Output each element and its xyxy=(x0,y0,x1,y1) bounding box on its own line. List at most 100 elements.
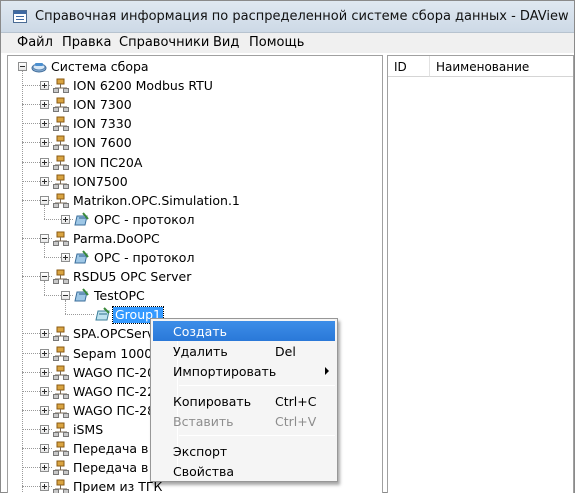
tree-node-label[interactable]: ION 6200 Modbus RTU xyxy=(71,78,215,94)
collapse-icon[interactable] xyxy=(61,291,70,301)
expand-icon[interactable] xyxy=(40,81,49,91)
context-menu-item: Вставить Ctrl+V xyxy=(153,411,335,431)
network-node-icon xyxy=(53,403,69,419)
collapse-icon[interactable] xyxy=(18,62,27,71)
network-node-icon xyxy=(53,116,69,132)
network-node-icon xyxy=(53,174,69,190)
context-menu-shortcut: Ctrl+V xyxy=(275,414,317,429)
tree-node-label[interactable]: iSMS xyxy=(71,422,105,438)
root-system-icon xyxy=(31,59,47,75)
context-menu-item-label: Экспорт xyxy=(173,444,228,459)
expand-icon[interactable] xyxy=(40,424,49,434)
network-node-icon xyxy=(53,441,69,457)
menu-view[interactable]: Вид xyxy=(211,35,241,50)
network-node-icon xyxy=(53,269,69,285)
tree-node-label[interactable]: TestOPC xyxy=(92,288,147,304)
tree-node-label[interactable]: ION 7600 xyxy=(71,135,134,151)
expand-icon[interactable] xyxy=(40,386,49,396)
tree-connector-line xyxy=(44,242,45,257)
column-header-name[interactable]: Наименование xyxy=(430,56,573,77)
group-icon xyxy=(95,307,111,323)
expand-icon[interactable] xyxy=(40,329,49,339)
tree-node-label[interactable]: Передача в i xyxy=(71,441,158,457)
tree-node-label[interactable]: Parma.DoOPC xyxy=(71,231,162,247)
context-menu-item[interactable]: Создать xyxy=(153,321,335,341)
tree-node-label[interactable]: ION 7330 xyxy=(71,116,134,132)
tree-node-label[interactable]: ION 7300 xyxy=(71,97,134,113)
protocol-icon xyxy=(74,288,90,304)
tree-node-label[interactable]: OPC - протокол xyxy=(92,250,196,266)
context-menu: Создать Удалить Del Импортировать Копировать… xyxy=(150,318,338,482)
tree-node-label[interactable]: WAGO ПС-20 xyxy=(71,365,157,381)
context-menu-item[interactable]: Удалить Del xyxy=(153,341,335,361)
context-menu-separator xyxy=(179,385,335,386)
menu-help[interactable]: Помощь xyxy=(247,35,306,50)
tree-connector-line xyxy=(44,281,45,296)
context-menu-item[interactable]: Свойства xyxy=(153,461,335,481)
expand-icon[interactable] xyxy=(61,214,70,224)
context-menu-item-label: Вставить xyxy=(173,414,234,429)
network-node-icon xyxy=(53,365,69,381)
menu-edit[interactable]: Правка xyxy=(60,35,113,50)
context-menu-shortcut: Del xyxy=(275,344,296,359)
network-node-icon xyxy=(53,135,69,151)
submenu-arrow-icon xyxy=(325,367,329,375)
network-node-icon xyxy=(53,346,69,362)
network-node-icon xyxy=(53,326,69,342)
tree-node-label[interactable]: ION ПС20А xyxy=(71,155,144,171)
context-menu-separator xyxy=(179,435,335,436)
menu-directories[interactable]: Справочники xyxy=(117,35,211,50)
context-menu-item-label: Удалить xyxy=(173,344,228,359)
expand-icon[interactable] xyxy=(40,157,49,167)
network-node-icon xyxy=(53,193,69,209)
tree-node-label[interactable]: Система сбора xyxy=(49,59,151,75)
expand-icon[interactable] xyxy=(40,463,49,473)
protocol-icon xyxy=(74,250,90,266)
tree-node-label[interactable]: RSDU5 OPC Server xyxy=(71,269,193,285)
context-menu-item-label: Импортировать xyxy=(173,364,277,379)
tree-node-label[interactable]: WAGO ПС-22 xyxy=(71,384,157,400)
app-window: Справочная информация по распределенной … xyxy=(0,0,575,493)
collapse-icon[interactable] xyxy=(40,272,49,282)
context-menu-item-label: Свойства xyxy=(173,464,235,479)
network-node-icon xyxy=(53,479,69,493)
expand-icon[interactable] xyxy=(40,138,49,148)
tree-connector-line xyxy=(44,204,45,219)
expand-icon[interactable] xyxy=(40,100,49,110)
app-window-icon xyxy=(13,10,27,23)
collapse-icon[interactable] xyxy=(40,233,49,243)
tree-node-label[interactable]: Передача в Т xyxy=(71,460,162,476)
context-menu-item-label: Копировать xyxy=(173,394,252,409)
network-node-icon xyxy=(53,384,69,400)
network-node-icon xyxy=(53,78,69,94)
network-node-icon xyxy=(53,155,69,171)
context-menu-item[interactable]: Копировать Ctrl+C xyxy=(153,391,335,411)
tree-node-label[interactable]: SPA.OPCServ xyxy=(71,326,156,342)
menu-bar: Файл Правка Справочники Вид Помощь xyxy=(1,33,574,53)
expand-icon[interactable] xyxy=(40,176,49,186)
tree-node-label[interactable]: OPC - протокол xyxy=(92,212,196,228)
expand-icon[interactable] xyxy=(40,119,49,129)
network-node-icon xyxy=(53,422,69,438)
context-menu-item[interactable]: Импортировать xyxy=(153,361,335,381)
expand-icon[interactable] xyxy=(40,348,49,358)
expand-icon[interactable] xyxy=(61,253,70,262)
network-node-icon xyxy=(53,231,69,247)
collapse-icon[interactable] xyxy=(40,195,49,205)
expand-icon[interactable] xyxy=(40,444,49,453)
expand-icon[interactable] xyxy=(40,405,49,415)
expand-icon[interactable] xyxy=(40,482,49,492)
window-title: Справочная информация по распределенной … xyxy=(35,9,569,24)
tree-connector-line xyxy=(65,314,94,316)
column-header-id[interactable]: ID xyxy=(388,56,430,77)
expand-icon[interactable] xyxy=(40,367,49,377)
tree-node-label[interactable]: ION7500 xyxy=(71,174,130,190)
tree-node-label[interactable]: WAGO ПС-28 xyxy=(71,403,157,419)
item-list-view[interactable]: ID Наименование xyxy=(387,55,574,493)
menu-file[interactable]: Файл xyxy=(15,35,55,50)
context-menu-shortcut: Ctrl+C xyxy=(275,394,317,409)
title-bar[interactable]: Справочная информация по распределенной … xyxy=(1,1,574,33)
context-menu-item-label: Создать xyxy=(173,324,227,339)
tree-node-label[interactable]: Matrikon.OPC.Simulation.1 xyxy=(71,193,242,209)
context-menu-item[interactable]: Экспорт xyxy=(153,441,335,461)
